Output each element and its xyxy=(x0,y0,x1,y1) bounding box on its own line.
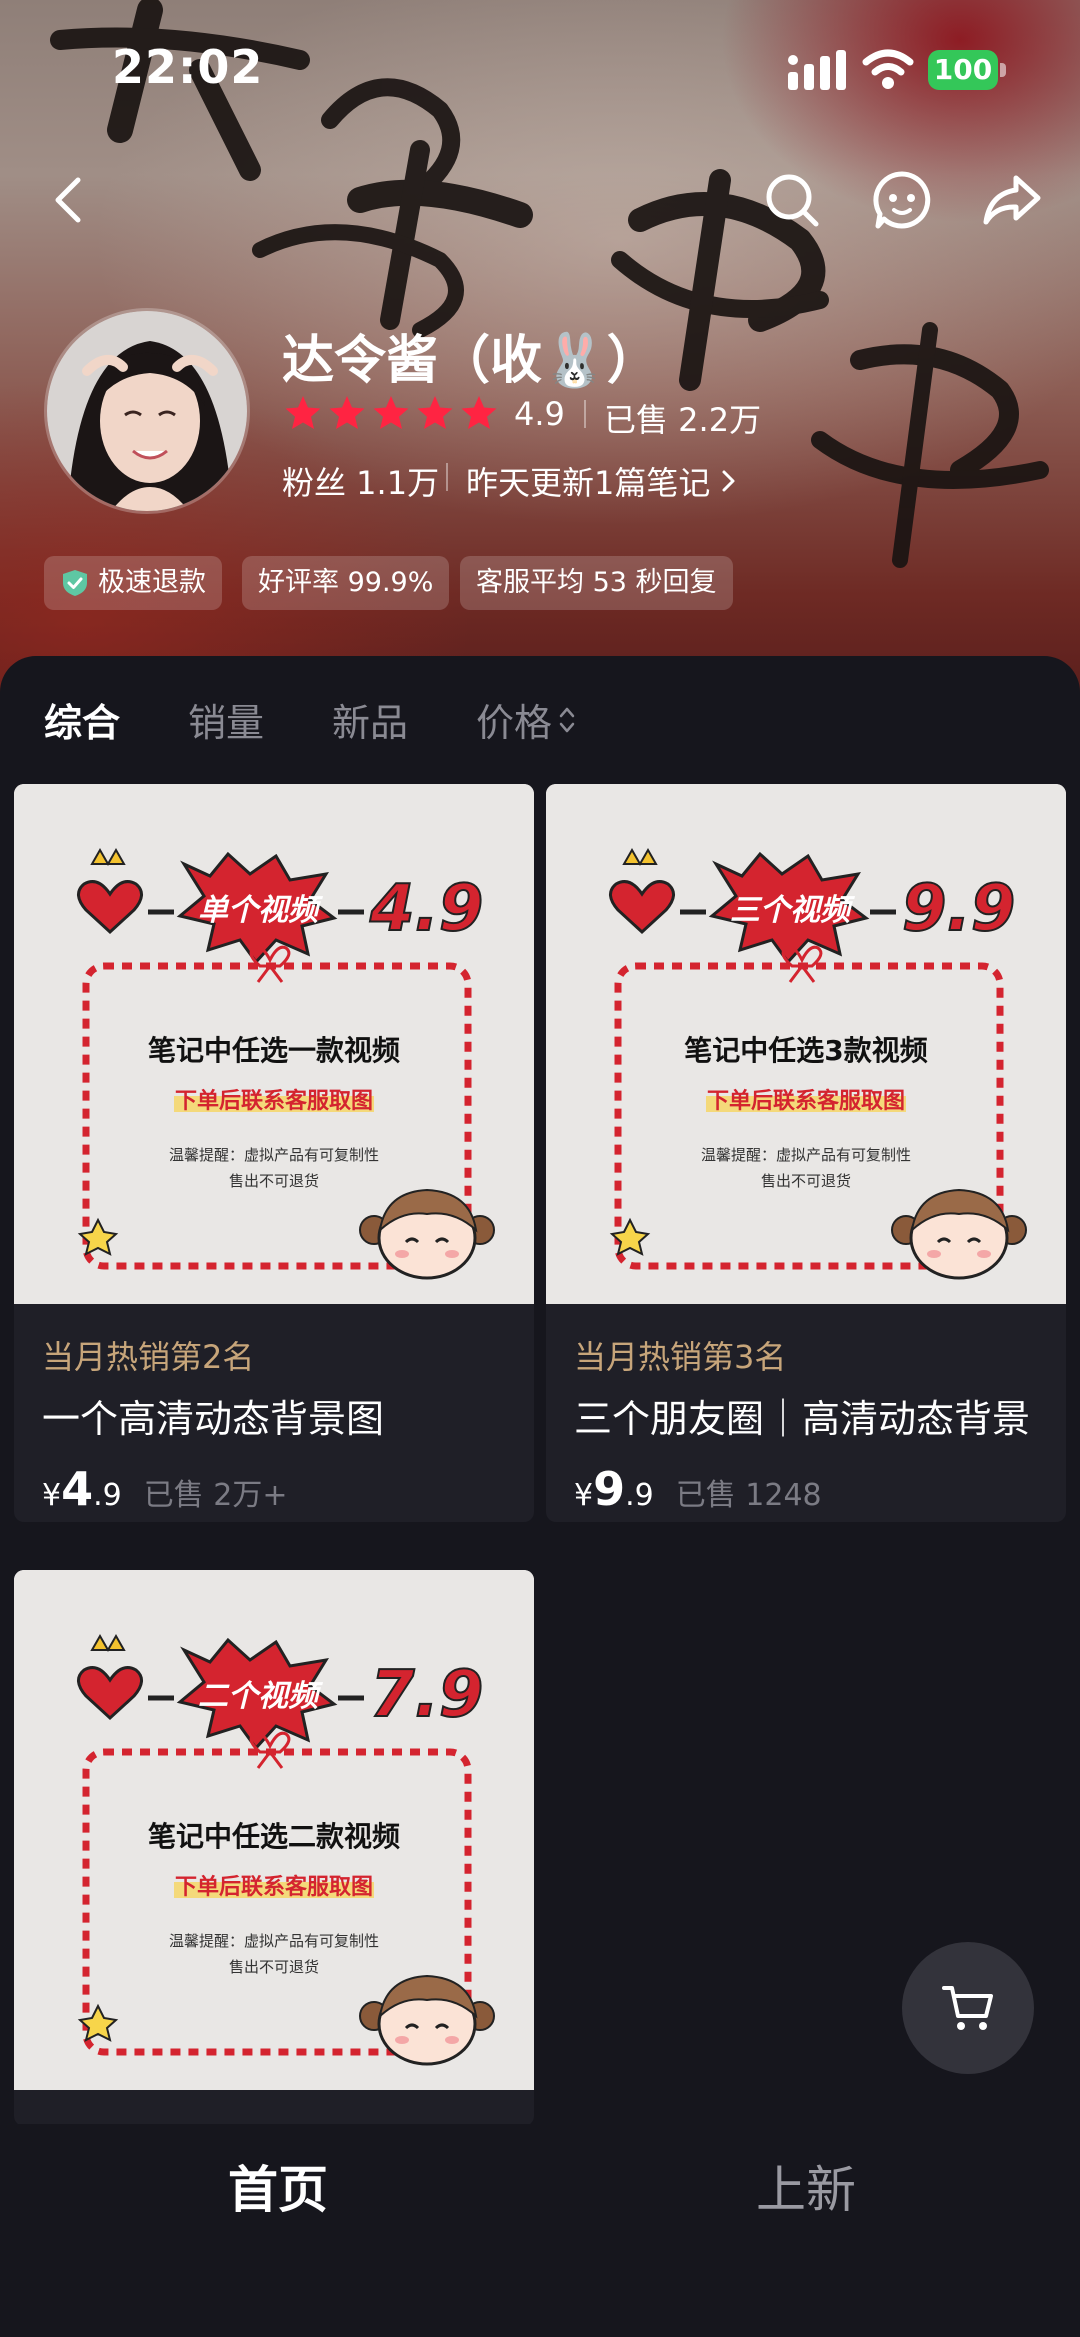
product-sold-count: 已售 1248 xyxy=(675,1478,822,1513)
tab-new[interactable]: 新品 xyxy=(332,692,408,747)
product-title: 三个朋友圈｜高清动态背景 xyxy=(574,1397,1031,1441)
product-card[interactable]: 三个视频 9.9 笔记中任选3款视频下单后联系客服取图温馨提醒：虚拟产品有可复制性售… xyxy=(546,784,1066,1522)
star-icon xyxy=(285,396,321,429)
tab-comprehensive[interactable]: 综合 xyxy=(44,692,120,747)
wifi-icon xyxy=(862,49,914,89)
avatar-image xyxy=(47,311,247,511)
promo-note2: 售出不可退货 xyxy=(229,1172,319,1190)
badge-service-reply: 客服平均 53 秒回复 xyxy=(460,556,733,610)
cart-icon xyxy=(942,1986,993,2030)
price-integer: 4 xyxy=(61,1462,94,1516)
sort-tabs: 综合 销量 新品 价格 xyxy=(0,656,1080,776)
signal-icon xyxy=(788,50,846,90)
promo-note2: 售出不可退货 xyxy=(761,1172,851,1190)
badge-label: 客服平均 53 秒回复 xyxy=(476,567,717,598)
promo-price-text: 4.9 xyxy=(369,872,483,946)
promo-note1: 温馨提醒：虚拟产品有可复制性 xyxy=(169,1932,379,1950)
shop-update-link[interactable]: 昨天更新1篇笔记 xyxy=(466,458,740,504)
divider xyxy=(446,463,448,491)
shop-sold-count: 已售 2.2万 xyxy=(604,401,762,439)
star-icon xyxy=(329,396,365,429)
promo-badge-text: 二个视频 xyxy=(198,1679,324,1714)
promo-note1: 温馨提醒：虚拟产品有可复制性 xyxy=(701,1146,911,1164)
promo-line1: 笔记中任选3款视频 xyxy=(684,1034,927,1067)
product-rank: 当月热销第2名 xyxy=(42,1338,255,1376)
promo-line1: 笔记中任选一款视频 xyxy=(148,1034,400,1067)
product-image: 二个视频 7.9 笔记中任选二款视频下单后联系客服取图温馨提醒：虚拟产品有可复制性售… xyxy=(14,1570,534,2090)
product-panel: 综合 销量 新品 价格 单个视频 4.9 笔记中任选一款视频 下单后联系客服取图 温馨提… xyxy=(0,656,1080,2126)
cart-button[interactable] xyxy=(902,1942,1034,2074)
price-decimal: .9 xyxy=(625,1478,654,1513)
currency-symbol: ¥ xyxy=(574,1478,594,1513)
shop-name: 达令酱（收🐰） xyxy=(282,331,659,391)
product-image: 单个视频 4.9 笔记中任选一款视频下单后联系客服取图温馨提醒：虚拟产品有可复制性售… xyxy=(14,784,534,1304)
support-icon[interactable] xyxy=(870,168,934,232)
promo-line2: 下单后联系客服取图 xyxy=(175,1088,373,1114)
share-icon[interactable] xyxy=(980,168,1044,232)
status-time: 22:02 xyxy=(112,40,264,94)
back-icon[interactable] xyxy=(40,168,104,232)
product-title: 一个高清动态背景图 xyxy=(42,1397,385,1441)
product-price-row: ¥ 4 .9 已售 2万+ xyxy=(42,1462,506,1522)
shop-header: 22:02 100 达令酱（收🐰） 4.9 已售 2.2万 粉丝 1.1万 昨天… xyxy=(0,0,1080,700)
shop-avatar[interactable] xyxy=(44,308,250,514)
nav-new-arrivals[interactable]: 上新 xyxy=(756,2150,856,2222)
promo-graphic: 三个视频 9.9 笔记中任选3款视频下单后联系客服取图温馨提醒：虚拟产品有可复制性售… xyxy=(546,784,1066,1304)
promo-note1: 温馨提醒：虚拟产品有可复制性 xyxy=(169,1146,379,1164)
price-integer: 9 xyxy=(593,1462,626,1516)
nav-home[interactable]: 首页 xyxy=(228,2150,328,2222)
shop-update-text: 昨天更新1篇笔记 xyxy=(466,464,711,502)
promo-note2: 售出不可退货 xyxy=(229,1958,319,1976)
shop-rating: 4.9 xyxy=(514,395,565,433)
bottom-nav: 首页 上新 xyxy=(0,2124,1080,2337)
status-bar: 22:02 100 xyxy=(0,0,1080,140)
badge-fast-refund: 极速退款 xyxy=(44,556,222,610)
price-decimal: .9 xyxy=(93,1478,122,1513)
product-price-row: ¥ 9 .9 已售 1248 xyxy=(574,1462,1038,1522)
promo-line1: 笔记中任选二款视频 xyxy=(148,1820,400,1853)
rating-stars xyxy=(284,394,498,438)
battery-icon: 100 xyxy=(928,50,1006,90)
divider xyxy=(584,400,586,428)
star-icon xyxy=(417,396,453,429)
battery-level: 100 xyxy=(928,50,998,90)
tab-sales[interactable]: 销量 xyxy=(188,692,264,747)
sort-icon[interactable] xyxy=(556,700,578,740)
product-rank: 当月热销第3名 xyxy=(574,1338,787,1376)
star-icon xyxy=(373,396,409,429)
promo-graphic: 单个视频 4.9 笔记中任选一款视频下单后联系客服取图温馨提醒：虚拟产品有可复制性售… xyxy=(14,784,534,1304)
promo-price-text: 9.9 xyxy=(902,872,1015,946)
badge-label: 好评率 99.9% xyxy=(258,567,434,598)
promo-badge-text: 单个视频 xyxy=(198,893,324,928)
product-sold-count: 已售 2万+ xyxy=(143,1478,288,1513)
search-icon[interactable] xyxy=(760,168,824,232)
promo-line2: 下单后联系客服取图 xyxy=(175,1874,373,1900)
promo-line2: 下单后联系客服取图 xyxy=(707,1088,905,1114)
promo-badge-text: 三个视频 xyxy=(730,893,856,928)
product-card[interactable]: 单个视频 4.9 笔记中任选一款视频下单后联系客服取图温馨提醒：虚拟产品有可复制性售… xyxy=(14,784,534,1522)
promo-price-text: 7.9 xyxy=(370,1658,483,1732)
chevron-right-icon xyxy=(722,470,735,492)
badge-label: 极速退款 xyxy=(98,567,206,598)
badge-positive-rate: 好评率 99.9% xyxy=(242,556,450,610)
currency-symbol: ¥ xyxy=(42,1478,62,1513)
promo-graphic: 二个视频 7.9 笔记中任选二款视频下单后联系客服取图温馨提醒：虚拟产品有可复制性售… xyxy=(14,1570,534,2090)
shield-check-icon xyxy=(63,570,87,596)
shop-fans: 粉丝 1.1万 xyxy=(282,464,440,502)
star-icon xyxy=(461,396,497,429)
product-image: 三个视频 9.9 笔记中任选3款视频下单后联系客服取图温馨提醒：虚拟产品有可复制性售… xyxy=(546,784,1066,1304)
tab-price[interactable]: 价格 xyxy=(476,692,552,747)
product-card[interactable]: 二个视频 7.9 笔记中任选二款视频下单后联系客服取图温馨提醒：虚拟产品有可复制性售… xyxy=(14,1570,534,2126)
